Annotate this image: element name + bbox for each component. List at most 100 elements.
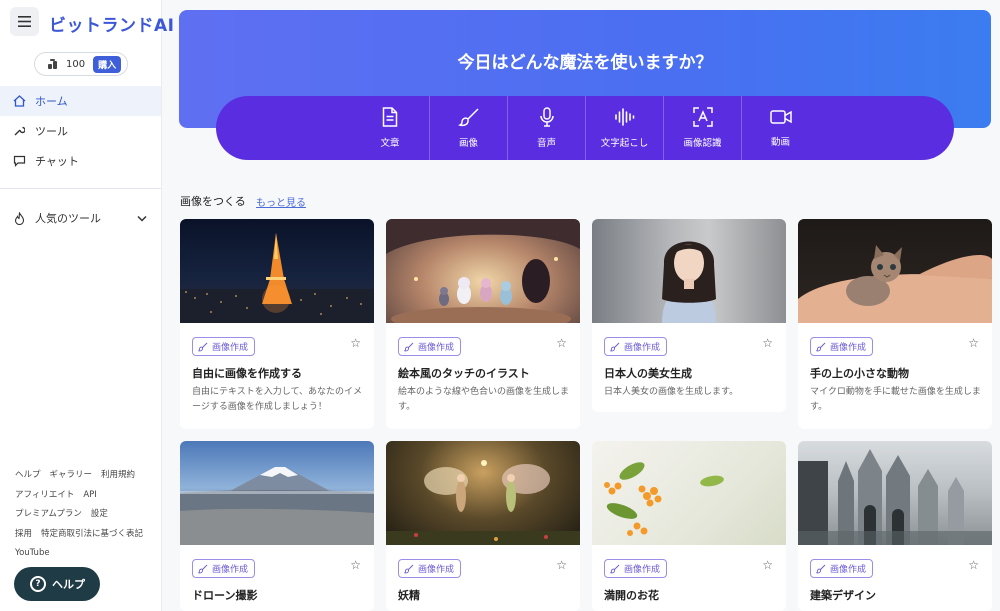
card-description: マイクロ動物を手に載せた画像を生成します。 (810, 387, 981, 412)
star-icon[interactable]: ☆ (556, 336, 567, 350)
brush-icon (404, 564, 414, 573)
question-icon: ? (30, 576, 46, 592)
tool-image[interactable]: 画像 (429, 96, 507, 160)
card-badge-label: 画像作成 (830, 565, 867, 575)
footer-link-youtube[interactable]: YouTube (15, 548, 50, 558)
tool-text-label: 文章 (380, 138, 400, 149)
footer-link-terms[interactable]: 利用規約 (101, 470, 135, 480)
card-title: 手の上の小さな動物 (810, 367, 909, 380)
card-badge-label: 画像作成 (418, 565, 455, 575)
footer-link-help[interactable]: ヘルプ (15, 470, 41, 480)
card-title: 建築デザイン (810, 589, 876, 602)
card-badge-label: 画像作成 (624, 343, 661, 353)
card-drone[interactable]: 画像作成 ☆ ドローン撮影 (180, 441, 374, 611)
footer-link-affiliate[interactable]: アフィリエイト (15, 490, 74, 500)
tool-image-recognition[interactable]: 画像認識 (663, 96, 741, 160)
coin-stack-icon (48, 59, 58, 69)
microphone-icon (539, 107, 554, 127)
buy-button[interactable]: 購入 (93, 55, 122, 73)
sidebar: ビットランドAI 100 購入 ホーム ツール チャット 人気のツール ヘルプ … (0, 0, 174, 611)
tool-transcription[interactable]: 文字起こし (585, 96, 663, 160)
tool-audio-label: 音声 (536, 138, 556, 149)
wrench-icon (12, 124, 26, 138)
card-flowers[interactable]: 画像作成 ☆ 満開のお花 (592, 441, 786, 611)
nav-home-label: ホーム (35, 95, 68, 108)
card-badge: 画像作成 (398, 559, 462, 578)
card-badge-label: 画像作成 (624, 565, 661, 575)
section-title: 画像をつくる (180, 195, 246, 208)
footer-link-api[interactable]: API (83, 490, 96, 500)
brush-icon (198, 342, 208, 351)
card-image-picture-book-cave (386, 219, 580, 323)
image-recognition-icon (692, 107, 713, 127)
nav-chat[interactable]: チャット (0, 146, 161, 176)
tool-audio[interactable]: 音声 (507, 96, 585, 160)
tool-image-label: 画像 (458, 138, 478, 149)
hamburger-menu-button[interactable] (10, 7, 39, 36)
star-icon[interactable]: ☆ (556, 558, 567, 572)
card-title: 満開のお花 (604, 589, 659, 602)
card-fairy[interactable]: 画像作成 ☆ 妖精 (386, 441, 580, 611)
card-free-image[interactable]: 画像作成 ☆ 自由に画像を作成する 自由にテキストを入力して、あなたのイメージす… (180, 219, 374, 429)
card-badge-label: 画像作成 (418, 343, 455, 353)
card-badge-label: 画像作成 (212, 343, 249, 353)
popular-tools-label: 人気のツール (35, 212, 101, 225)
brand-logo[interactable]: ビットランドAI (49, 11, 174, 36)
star-icon[interactable]: ☆ (350, 336, 361, 350)
footer-link-gallery[interactable]: ギャラリー (50, 470, 93, 480)
star-icon[interactable]: ☆ (968, 336, 979, 350)
help-button[interactable]: ? ヘルプ (14, 567, 100, 601)
footer-link-premium[interactable]: プレミアムプラン (15, 509, 82, 519)
hero-title: 今日はどんな魔法を使いますか？ (457, 53, 713, 73)
card-badge: 画像作成 (192, 337, 256, 356)
card-title: 妖精 (398, 589, 420, 602)
card-title: 自由に画像を作成する (192, 367, 302, 380)
card-badge: 画像作成 (398, 337, 462, 356)
brush-icon (457, 108, 479, 127)
star-icon[interactable]: ☆ (968, 558, 979, 572)
footer-link-careers[interactable]: 採用 (15, 529, 32, 539)
star-icon[interactable]: ☆ (762, 558, 773, 572)
card-badge: 画像作成 (192, 559, 256, 578)
chat-icon (12, 154, 26, 168)
card-picture-book[interactable]: 画像作成 ☆ 絵本風のタッチのイラスト 絵本のような線や色合いの画像を生成します… (386, 219, 580, 429)
nav-chat-label: チャット (35, 155, 79, 168)
card-japanese-beauty[interactable]: 画像作成 ☆ 日本人の美女生成 日本人美女の画像を生成します。 (592, 219, 786, 412)
credits-widget: 100 購入 (34, 52, 128, 76)
brush-icon (816, 564, 826, 573)
card-image-gothic-architecture (798, 441, 992, 545)
sidebar-divider (0, 188, 161, 189)
card-architecture[interactable]: 画像作成 ☆ 建築デザイン (798, 441, 992, 611)
card-badge: 画像作成 (810, 559, 874, 578)
menu-icon (18, 16, 31, 27)
card-title: 絵本風のタッチのイラスト (398, 367, 530, 380)
star-icon[interactable]: ☆ (762, 336, 773, 350)
brush-icon (404, 342, 414, 351)
tool-bar: 文章 画像 音声 文字起こし 画像認識 動画 (216, 96, 954, 160)
card-image-osmanthus (592, 441, 786, 545)
nav-tools[interactable]: ツール (0, 116, 161, 146)
tool-video[interactable]: 動画 (741, 96, 819, 160)
home-icon (12, 94, 26, 108)
tool-text[interactable]: 文章 (351, 96, 429, 160)
card-title: 日本人の美女生成 (604, 367, 692, 380)
card-image-kitten-on-hand (798, 219, 992, 323)
card-badge-label: 画像作成 (830, 343, 867, 353)
see-more-link[interactable]: もっと見る (256, 194, 306, 209)
nav-home[interactable]: ホーム (0, 86, 161, 116)
brush-icon (816, 342, 826, 351)
card-description: 日本人美女の画像を生成します。 (604, 387, 739, 397)
footer-link-legal[interactable]: 特定商取引法に基づく表記 (41, 529, 143, 539)
document-icon (382, 107, 398, 127)
tool-image-recognition-label: 画像認識 (683, 138, 722, 149)
card-tiny-animal[interactable]: 画像作成 ☆ 手の上の小さな動物 マイクロ動物を手に載せた画像を生成します。 (798, 219, 992, 429)
video-icon (769, 110, 792, 124)
star-icon[interactable]: ☆ (350, 558, 361, 572)
card-description: 絵本のような線や色合いの画像を生成します。 (398, 387, 570, 412)
footer-link-settings[interactable]: 設定 (91, 509, 108, 519)
card-badge-label: 画像作成 (212, 565, 249, 575)
card-badge: 画像作成 (604, 337, 668, 356)
credits-value: 100 (66, 58, 86, 70)
card-image-portrait (592, 219, 786, 323)
popular-tools-toggle[interactable]: 人気のツール (0, 203, 161, 233)
